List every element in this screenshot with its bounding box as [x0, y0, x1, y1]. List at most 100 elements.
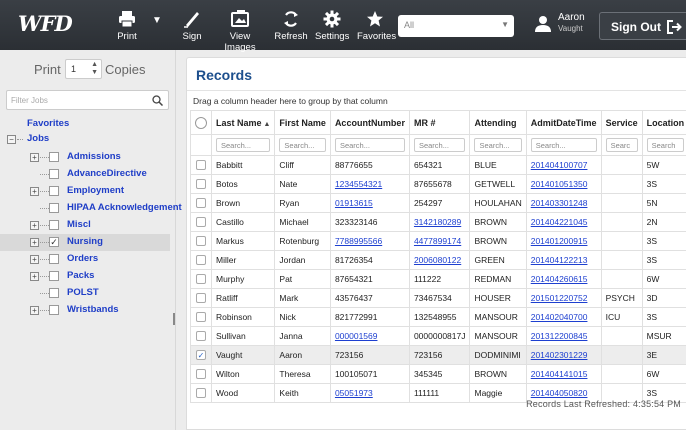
- column-header[interactable]: Location: [641, 110, 686, 135]
- table-cell-link[interactable]: 201402040700: [525, 307, 602, 327]
- table-row[interactable]: Botos Nate 1234554321 87655678 GETWELL 201401…: [190, 174, 686, 194]
- table-row[interactable]: Miller Jordan 81726354 2006080122 GREEN 20140…: [190, 250, 686, 270]
- job-checkbox[interactable]: [49, 152, 59, 162]
- sidebar-resize-handle[interactable]: [173, 313, 175, 325]
- job-checkbox[interactable]: [49, 305, 59, 315]
- row-checkbox[interactable]: [196, 312, 206, 322]
- tree-job-item[interactable]: + Orders: [0, 251, 170, 268]
- job-checkbox[interactable]: [49, 169, 59, 179]
- table-cell-link[interactable]: 201401200915: [525, 231, 602, 251]
- row-checkbox[interactable]: [196, 255, 206, 265]
- expand-icon[interactable]: +: [30, 272, 39, 281]
- column-search-input[interactable]: Search: [646, 138, 685, 152]
- view-images-button[interactable]: View Images: [213, 6, 267, 53]
- tree-job-item[interactable]: HIPAA Acknowledgement: [0, 200, 182, 217]
- table-row[interactable]: Robinson Nick 821772991 132548955 MANSOUR 201…: [190, 307, 686, 327]
- expand-icon[interactable]: +: [30, 255, 39, 264]
- column-search-input[interactable]: Search...: [530, 138, 597, 152]
- table-row[interactable]: ✓ Vaught Aaron 723156 723156 DODMINIMI 2014023…: [190, 345, 686, 365]
- table-row[interactable]: Babbitt Cliff 88776655 654321 BLUE 2014041007…: [190, 155, 686, 175]
- tree-job-item[interactable]: + Miscl: [0, 217, 170, 234]
- tree-job-item[interactable]: + Packs: [0, 268, 170, 285]
- column-search-input[interactable]: Search...: [334, 138, 405, 152]
- row-checkbox[interactable]: [196, 274, 206, 284]
- print-dropdown-caret-icon[interactable]: ▼: [152, 15, 162, 26]
- table-cell-link[interactable]: 201312200845: [525, 326, 602, 346]
- tree-job-item[interactable]: + ✓ Nursing: [0, 234, 170, 251]
- print-button[interactable]: Print: [112, 6, 142, 46]
- tree-job-item[interactable]: AdvanceDirective: [0, 166, 170, 183]
- table-cell-link[interactable]: 201404122213: [525, 250, 602, 270]
- column-header[interactable]: Attending: [469, 110, 527, 135]
- collapse-icon[interactable]: −: [7, 135, 16, 144]
- table-cell-link[interactable]: 201401051350: [525, 174, 602, 194]
- tree-job-item[interactable]: + Employment: [0, 183, 170, 200]
- table-row[interactable]: Murphy Pat 87654321 111222 REDMAN 20140426061…: [190, 269, 686, 289]
- table-cell-link[interactable]: 3142180289: [408, 212, 471, 232]
- expand-icon[interactable]: +: [30, 221, 39, 230]
- row-checkbox[interactable]: [196, 293, 206, 303]
- table-cell-link[interactable]: 201404100707: [525, 155, 602, 175]
- row-checkbox[interactable]: ✓: [196, 350, 206, 360]
- table-cell-link[interactable]: 201404260615: [525, 269, 602, 289]
- column-header[interactable]: AccountNumber: [329, 110, 410, 135]
- settings-button[interactable]: Settings: [315, 6, 349, 46]
- expand-icon[interactable]: +: [30, 238, 39, 247]
- tree-job-item[interactable]: POLST: [0, 285, 170, 302]
- job-checkbox[interactable]: [49, 288, 59, 298]
- column-search-input[interactable]: Search...: [413, 138, 466, 152]
- column-search-input[interactable]: Search...: [216, 138, 271, 152]
- job-checkbox[interactable]: ✓: [49, 237, 59, 247]
- stepper-arrows-icon[interactable]: ▲ ▼: [91, 61, 98, 77]
- table-cell-link[interactable]: 01913615: [329, 193, 410, 213]
- table-cell-link[interactable]: 201404141015: [525, 364, 602, 384]
- row-checkbox[interactable]: [196, 198, 206, 208]
- table-cell-link[interactable]: 2006080122: [408, 250, 471, 270]
- record-filter-select[interactable]: All ▼: [398, 15, 514, 37]
- column-search-input[interactable]: Search...: [474, 138, 522, 152]
- sign-button[interactable]: Sign: [180, 6, 204, 46]
- tree-job-item[interactable]: + Wristbands: [0, 302, 170, 319]
- job-checkbox[interactable]: [49, 220, 59, 230]
- column-header[interactable]: First Name: [274, 110, 331, 135]
- column-header[interactable]: MR #: [408, 110, 471, 135]
- select-all-checkbox[interactable]: [195, 116, 207, 129]
- table-row[interactable]: Brown Ryan 01913615 254297 HOULAHAN 201403301…: [190, 193, 686, 213]
- column-header[interactable]: Service: [600, 110, 643, 135]
- column-search-input[interactable]: Searc: [605, 138, 638, 152]
- table-cell-link[interactable]: 000001569: [329, 326, 410, 346]
- table-cell-link[interactable]: 4477899174: [408, 231, 471, 251]
- row-checkbox[interactable]: [196, 369, 206, 379]
- refresh-button[interactable]: Refresh: [274, 6, 308, 46]
- tree-jobs[interactable]: − Jobs: [0, 131, 170, 148]
- column-search-input[interactable]: Search...: [279, 138, 326, 152]
- select-all-cell[interactable]: [190, 110, 212, 135]
- filter-jobs-input[interactable]: Filter Jobs: [6, 90, 169, 110]
- table-row[interactable]: Ratliff Mark 43576437 73467534 HOUSER 2015012…: [190, 288, 686, 308]
- table-cell-link[interactable]: 201403301248: [525, 193, 602, 213]
- job-checkbox[interactable]: [49, 203, 59, 213]
- table-cell-link[interactable]: 201402301229: [525, 345, 602, 365]
- job-checkbox[interactable]: [49, 186, 59, 196]
- table-row[interactable]: Markus Rotenburg 7788995566 4477899174 BROWN…: [190, 231, 686, 251]
- row-checkbox[interactable]: [196, 217, 206, 227]
- table-row[interactable]: Wilton Theresa 100105071 345345 BROWN 2014041…: [190, 364, 686, 384]
- tree-job-item[interactable]: + Admissions: [0, 149, 170, 166]
- table-cell-link[interactable]: 05051973: [329, 383, 410, 403]
- group-by-drop-zone[interactable]: Drag a column header here to group by th…: [193, 96, 388, 106]
- table-cell-link[interactable]: 1234554321: [329, 174, 410, 194]
- row-checkbox[interactable]: [196, 236, 206, 246]
- copies-stepper[interactable]: 1 ▲ ▼: [65, 59, 102, 79]
- expand-icon[interactable]: +: [30, 187, 39, 196]
- row-checkbox[interactable]: [196, 331, 206, 341]
- favorites-button[interactable]: Favorites: [357, 6, 396, 46]
- expand-icon[interactable]: +: [30, 153, 39, 162]
- row-checkbox[interactable]: [196, 388, 206, 398]
- table-row[interactable]: Sullivan Janna 000001569 0000000817J MANSOUR…: [190, 326, 686, 346]
- table-row[interactable]: Castillo Michael 323323146 3142180289 BROWN 2…: [190, 212, 686, 232]
- job-checkbox[interactable]: [49, 271, 59, 281]
- row-checkbox[interactable]: [196, 160, 206, 170]
- table-cell-link[interactable]: 201501220752: [525, 288, 602, 308]
- sign-out-button[interactable]: Sign Out: [599, 12, 686, 40]
- job-checkbox[interactable]: [49, 254, 59, 264]
